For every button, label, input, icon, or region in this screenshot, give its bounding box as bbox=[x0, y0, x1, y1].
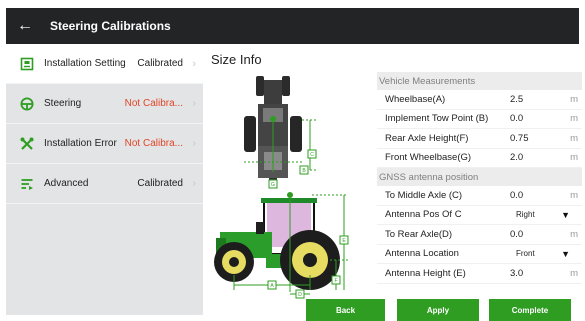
field-label: Antenna Location bbox=[385, 248, 459, 260]
sidebar-item-label: Installation Setting bbox=[44, 58, 126, 69]
tractor-illustration: B C G E F A D bbox=[214, 76, 349, 299]
tools-icon bbox=[16, 133, 38, 155]
field-label: To Middle Axle (C) bbox=[385, 189, 463, 201]
dimension-label: C bbox=[310, 152, 314, 158]
implement-tow-point-field[interactable]: 0.0 bbox=[510, 113, 523, 124]
section-title: Size Info bbox=[211, 52, 262, 67]
unit-label: m bbox=[570, 93, 578, 105]
chevron-right-icon: › bbox=[192, 177, 196, 190]
status-text: Not Calibra... bbox=[124, 98, 183, 109]
to-rear-axle-field[interactable]: 0.0 bbox=[510, 229, 523, 240]
sidebar-item-steering[interactable]: Steering Not Calibra... › bbox=[6, 84, 203, 124]
unit-label: m bbox=[570, 132, 578, 144]
to-middle-axle-row[interactable]: To Middle Axle (C) 0.0 m bbox=[377, 186, 582, 206]
field-label: Rear Axle Height(F) bbox=[385, 132, 469, 144]
wheelbase-field[interactable]: 2.5 bbox=[510, 94, 523, 105]
antenna-location-row[interactable]: Antenna Location Front ▼ bbox=[377, 245, 582, 264]
tractor-side-view: E F A D bbox=[214, 192, 349, 299]
dropdown-arrow-icon[interactable]: ▼ bbox=[561, 249, 570, 259]
unit-label: m bbox=[570, 189, 578, 201]
vehicle-measurements-header: Vehicle Measurements bbox=[377, 72, 582, 90]
sidebar-item-label: Installation Error bbox=[44, 138, 117, 149]
chevron-right-icon: › bbox=[192, 137, 196, 150]
front-wheelbase-row[interactable]: Front Wheelbase(G) 2.0 m bbox=[377, 149, 582, 168]
chevron-right-icon: › bbox=[192, 97, 196, 110]
sidebar-item-installation-error[interactable]: Installation Error Not Calibra... › bbox=[6, 124, 203, 164]
unit-label: m bbox=[570, 113, 578, 125]
status-text: Calibrated bbox=[137, 58, 183, 69]
dimension-label: G bbox=[271, 182, 275, 188]
sidebar: Installation Setting Calibrated › Steeri… bbox=[6, 44, 203, 315]
field-label: To Rear Axle(D) bbox=[385, 228, 453, 240]
field-label: Antenna Height (E) bbox=[385, 267, 466, 279]
antenna-pos-select[interactable]: Right bbox=[516, 210, 535, 219]
unit-label: m bbox=[570, 152, 578, 164]
status-text: Calibrated bbox=[137, 178, 183, 189]
page-title: Steering Calibrations bbox=[50, 19, 171, 33]
antenna-height-row[interactable]: Antenna Height (E) 3.0 m bbox=[377, 264, 582, 284]
sidebar-item-label: Steering bbox=[44, 98, 82, 109]
advanced-icon bbox=[16, 173, 38, 195]
rear-axle-height-field[interactable]: 0.75 bbox=[510, 133, 529, 144]
field-label: Wheelbase(A) bbox=[385, 93, 446, 105]
field-label: Front Wheelbase(G) bbox=[385, 152, 472, 164]
status-text: Not Calibra... bbox=[124, 138, 183, 149]
front-wheelbase-field[interactable]: 2.0 bbox=[510, 152, 523, 163]
field-label: Implement Tow Point (B) bbox=[385, 113, 489, 125]
sidebar-item-installation-setting[interactable]: Installation Setting Calibrated › bbox=[6, 44, 203, 84]
steering-wheel-icon bbox=[16, 93, 38, 115]
chevron-right-icon: › bbox=[192, 57, 196, 70]
sidebar-item-advanced[interactable]: Advanced Calibrated › bbox=[6, 164, 203, 204]
dimension-label: D bbox=[298, 292, 302, 298]
unit-label: m bbox=[570, 267, 578, 279]
sidebar-item-label: Advanced bbox=[44, 178, 89, 189]
tractor-top-view: B C G bbox=[244, 76, 317, 189]
to-rear-axle-row[interactable]: To Rear Axle(D) 0.0 m bbox=[377, 225, 582, 245]
gnss-antenna-header: GNSS antenna position bbox=[377, 168, 582, 186]
to-middle-axle-field[interactable]: 0.0 bbox=[510, 190, 523, 201]
complete-button[interactable]: Complete bbox=[489, 299, 571, 321]
installation-icon bbox=[16, 53, 38, 75]
apply-button[interactable]: Apply bbox=[397, 299, 479, 321]
measurements-table: Vehicle Measurements Wheelbase(A) 2.5 m … bbox=[377, 72, 582, 284]
antenna-height-field[interactable]: 3.0 bbox=[510, 268, 523, 279]
wheelbase-row[interactable]: Wheelbase(A) 2.5 m bbox=[377, 90, 582, 110]
antenna-pos-of-c-row[interactable]: Antenna Pos Of C Right ▼ bbox=[377, 206, 582, 225]
dropdown-arrow-icon[interactable]: ▼ bbox=[561, 210, 570, 220]
antenna-location-select[interactable]: Front bbox=[516, 249, 535, 258]
unit-label: m bbox=[570, 228, 578, 240]
back-arrow-icon[interactable]: ← bbox=[10, 17, 40, 35]
implement-tow-point-row[interactable]: Implement Tow Point (B) 0.0 m bbox=[377, 110, 582, 129]
back-button[interactable]: Back bbox=[306, 299, 385, 321]
title-bar: ← Steering Calibrations bbox=[6, 8, 579, 44]
rear-axle-height-row[interactable]: Rear Axle Height(F) 0.75 m bbox=[377, 129, 582, 149]
dimension-label: F bbox=[334, 278, 337, 284]
field-label: Antenna Pos Of C bbox=[385, 209, 462, 221]
